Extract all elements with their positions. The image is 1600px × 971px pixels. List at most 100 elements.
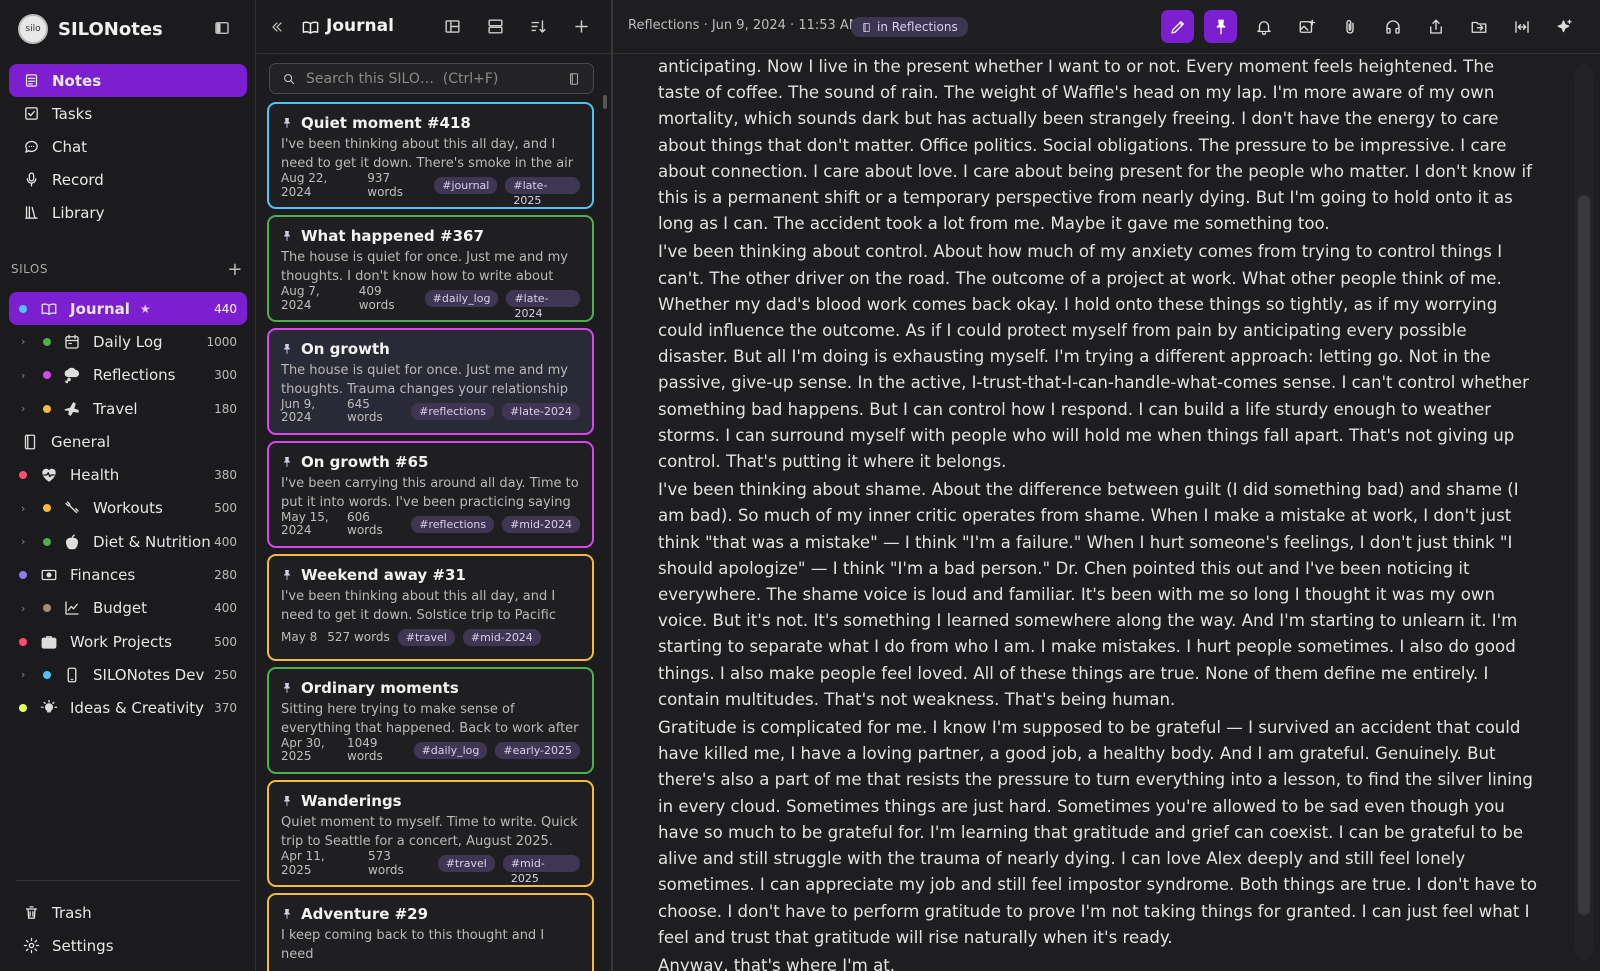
sidebar-collapse-icon[interactable] bbox=[213, 19, 231, 37]
tag-badge[interactable]: #mid-2024 bbox=[502, 515, 580, 533]
silo-finances[interactable]: Finances 280 bbox=[9, 558, 247, 591]
chevron-right-icon[interactable]: › bbox=[21, 502, 31, 515]
note-card[interactable]: Adventure #29 I keep coming back to this… bbox=[267, 893, 594, 971]
reminder-button[interactable] bbox=[1247, 10, 1280, 43]
edit-button[interactable] bbox=[1161, 10, 1194, 43]
chevron-right-icon[interactable]: › bbox=[21, 402, 31, 415]
sort-icon[interactable] bbox=[529, 17, 548, 36]
note-paragraph[interactable]: I've been thinking about control. About … bbox=[658, 239, 1538, 475]
book-icon bbox=[302, 21, 319, 34]
tag-badge[interactable]: #journal bbox=[434, 176, 498, 194]
chevron-right-icon[interactable]: › bbox=[21, 602, 31, 615]
attach-button[interactable] bbox=[1333, 10, 1366, 43]
tag-badge[interactable]: #late-2025 bbox=[505, 176, 580, 207]
nav-trash[interactable]: Trash bbox=[9, 896, 247, 929]
silo-diet-nutrition[interactable]: › Diet & Nutrition 400 bbox=[9, 525, 247, 558]
nav-record[interactable]: Record bbox=[9, 163, 247, 196]
silo-label: Reflections bbox=[93, 366, 176, 385]
card-meta: Apr 30, 2025 1049 words #daily_log #earl… bbox=[281, 737, 580, 763]
tag-badge[interactable]: #reflections bbox=[411, 515, 495, 533]
note-card[interactable]: Ordinary moments Sitting here trying to … bbox=[267, 667, 594, 774]
tag-badge[interactable]: #daily_log bbox=[413, 741, 488, 759]
note-card[interactable]: Weekend away #31 I've been thinking abou… bbox=[267, 554, 594, 661]
tag-badge[interactable]: #travel bbox=[397, 628, 455, 646]
silo-color-dot bbox=[19, 637, 27, 646]
silo-travel[interactable]: › Travel 180 bbox=[9, 392, 247, 425]
silo-journal[interactable]: Journal ★ 440 bbox=[9, 292, 247, 326]
silo-color-dot bbox=[43, 404, 51, 413]
tag-badge[interactable]: #daily_log bbox=[424, 289, 499, 307]
tag-badge[interactable]: #early-2025 bbox=[495, 741, 580, 759]
note-card-selected[interactable]: On growth The house is quiet for once. J… bbox=[267, 328, 594, 435]
layout-grid-icon[interactable] bbox=[443, 17, 462, 36]
silo-ideas-creativity[interactable]: Ideas & Creativity 370 bbox=[9, 692, 247, 725]
add-silo-icon[interactable]: + bbox=[227, 259, 243, 280]
silo-count: 500 bbox=[214, 634, 237, 649]
nav-chat[interactable]: Chat bbox=[9, 130, 247, 163]
add-note-icon[interactable] bbox=[572, 17, 591, 36]
search-bar[interactable] bbox=[269, 63, 594, 94]
silo-count: 370 bbox=[214, 701, 237, 716]
tag-badge[interactable]: #travel bbox=[437, 854, 495, 872]
chevron-right-icon[interactable]: › bbox=[21, 668, 31, 681]
sidebar-bottom-nav: Trash Settings bbox=[9, 896, 247, 962]
tag-badge[interactable]: #late-2024 bbox=[506, 289, 580, 320]
note-paragraph[interactable]: anticipating. Now I live in the present … bbox=[658, 54, 1538, 237]
card-snippet: The house is quiet for once. Just me and… bbox=[281, 363, 569, 397]
star-icon[interactable]: ★ bbox=[140, 302, 151, 316]
note-card[interactable]: Wanderings Quiet moment to myself. Time … bbox=[267, 780, 594, 887]
editor-scrollbar-thumb[interactable] bbox=[1578, 195, 1590, 915]
pin-button[interactable] bbox=[1204, 10, 1237, 43]
chevron-right-icon[interactable]: › bbox=[21, 535, 31, 548]
silo-chip[interactable]: in Reflections bbox=[851, 17, 968, 37]
chart-icon bbox=[65, 601, 79, 615]
note-paragraph[interactable]: Anyway, that's where I'm at. bbox=[658, 953, 1538, 971]
move-folder-button[interactable] bbox=[1462, 10, 1495, 43]
bulb-icon bbox=[40, 700, 58, 713]
nav-tasks[interactable]: Tasks bbox=[9, 97, 247, 130]
silo-work-projects[interactable]: Work Projects 500 bbox=[9, 625, 247, 658]
nav-library[interactable]: Library bbox=[9, 196, 247, 229]
list-scrollbar[interactable] bbox=[603, 95, 607, 109]
note-paragraph[interactable]: Gratitude is complicated for me. I know … bbox=[658, 715, 1538, 951]
note-paragraph[interactable]: I've been thinking about shame. About th… bbox=[658, 477, 1538, 713]
silo-color-dot bbox=[19, 304, 27, 313]
note-card[interactable]: Quiet moment #418 I've been thinking abo… bbox=[267, 102, 594, 209]
share-button[interactable] bbox=[1419, 10, 1452, 43]
width-button[interactable] bbox=[1505, 10, 1538, 43]
sidebar-divider bbox=[16, 880, 240, 881]
tag-badge[interactable]: #mid-2025 bbox=[502, 854, 580, 885]
silo-general[interactable]: General bbox=[9, 425, 247, 458]
silo-silonotes-dev[interactable]: › SILONotes Dev 250 bbox=[9, 658, 247, 691]
ai-button[interactable] bbox=[1548, 10, 1581, 43]
silo-health[interactable]: Health 380 bbox=[9, 458, 247, 491]
note-card[interactable]: What happened #367 The house is quiet fo… bbox=[267, 215, 594, 322]
silo-label: Diet & Nutrition bbox=[93, 532, 211, 551]
card-title: What happened #367 bbox=[301, 226, 484, 245]
tag-badge[interactable]: #mid-2024 bbox=[462, 628, 541, 646]
silo-reflections[interactable]: › Reflections 300 bbox=[9, 359, 247, 392]
document-icon[interactable] bbox=[567, 72, 581, 86]
silo-workouts[interactable]: › Workouts 500 bbox=[9, 492, 247, 525]
note-body[interactable]: anticipating. Now I live in the present … bbox=[658, 54, 1538, 971]
nav-settings[interactable]: Settings bbox=[9, 929, 247, 962]
silo-budget[interactable]: › Budget 400 bbox=[9, 592, 247, 625]
note-list-header: Journal bbox=[257, 0, 611, 54]
collapse-list-icon[interactable] bbox=[269, 19, 285, 35]
card-words: 645 words bbox=[347, 397, 383, 424]
card-meta: May 8 527 words #travel #mid-2024 bbox=[281, 624, 580, 650]
pencil-icon bbox=[1170, 20, 1184, 34]
chevron-right-icon[interactable]: › bbox=[21, 335, 31, 348]
tag-badge[interactable]: #reflections bbox=[411, 402, 494, 420]
view-list-icon[interactable] bbox=[486, 17, 505, 36]
silo-daily-log[interactable]: › Daily Log 1000 bbox=[9, 325, 247, 358]
nav-notes[interactable]: Notes bbox=[9, 64, 247, 97]
brand[interactable]: silo SILONotes bbox=[18, 14, 163, 44]
search-input[interactable] bbox=[306, 70, 556, 87]
audio-button[interactable] bbox=[1376, 10, 1409, 43]
add-image-button[interactable] bbox=[1290, 10, 1323, 43]
list-title: Journal bbox=[326, 16, 394, 36]
chevron-right-icon[interactable]: › bbox=[21, 369, 31, 382]
note-card[interactable]: On growth #65 I've been carrying this ar… bbox=[267, 441, 594, 548]
tag-badge[interactable]: #late-2024 bbox=[501, 402, 580, 420]
